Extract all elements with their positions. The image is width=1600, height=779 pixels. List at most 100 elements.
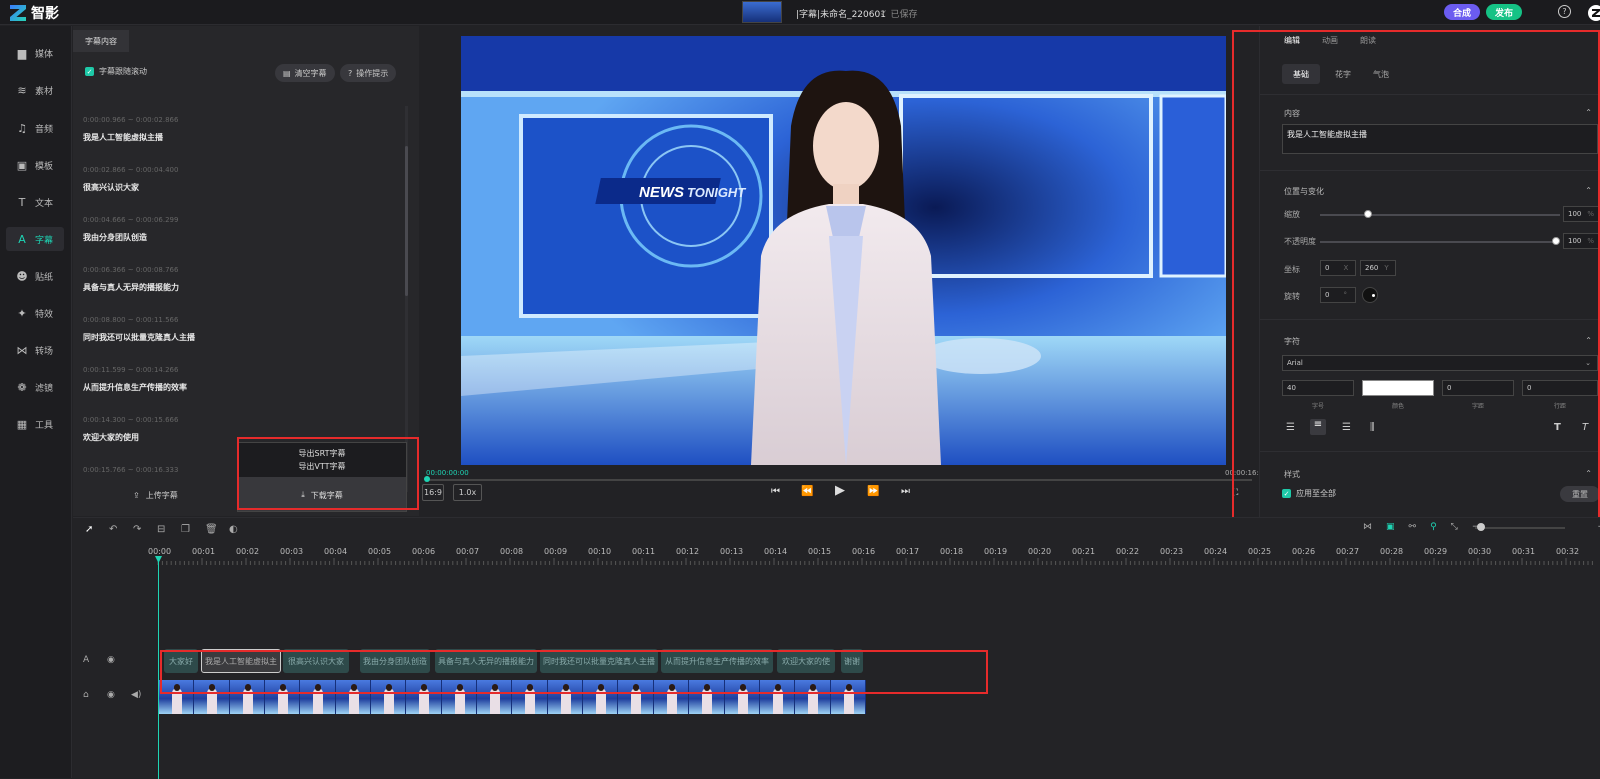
redo-icon[interactable]: ↷ (133, 524, 141, 535)
subtitle-clip[interactable]: 欢迎大家的使 (777, 649, 835, 673)
chevron-up-icon[interactable]: ⌃ (1585, 108, 1592, 117)
subtitle-text[interactable]: 我是人工智能虚拟主播 (83, 132, 178, 143)
download-subtitles-button[interactable]: ⤓ 下载字幕 (238, 479, 406, 511)
apply-all-checkbox[interactable]: ✓ 应用至全部 (1282, 488, 1336, 499)
sidebar-item-sticker[interactable]: ☻ 贴纸 (6, 264, 64, 288)
rotate-dial[interactable] (1362, 287, 1378, 303)
list-item[interactable]: 0:00:15.766 ~ 0:00:16.333 (83, 466, 178, 482)
position-y-input[interactable]: 260 Y (1360, 260, 1396, 276)
scale-slider[interactable] (1320, 214, 1560, 216)
cursor-icon[interactable]: ➚ (85, 524, 93, 535)
magnet-icon[interactable]: ⋈ (1363, 522, 1372, 532)
subtitle-text[interactable]: 从而提升信息生产传播的效率 (83, 382, 187, 393)
app-logo[interactable]: 智影 (10, 3, 59, 23)
subtitle-text[interactable]: 欢迎大家的使用 (83, 432, 178, 443)
sidebar-item-transition[interactable]: ⋈ 转场 (6, 338, 64, 362)
opacity-slider-knob[interactable] (1552, 237, 1560, 245)
chevron-up-icon[interactable]: ⌃ (1585, 186, 1592, 195)
tab-edit[interactable]: 编辑 (1284, 35, 1300, 46)
scale-input[interactable]: 100% (1563, 206, 1599, 222)
letter-spacing-input[interactable]: 0 (1442, 380, 1514, 396)
playback-progress-bar[interactable] (426, 479, 1252, 481)
position-x-input[interactable]: 0X (1320, 260, 1356, 276)
list-item[interactable]: 0:00:04.666 ~ 0:00:06.299 我由分身团队创造 (83, 216, 178, 243)
sidebar-item-media[interactable]: ▆ 媒体 (6, 41, 64, 65)
snap-icon[interactable]: ▣ (1386, 522, 1395, 532)
zoom-slider[interactable] (1475, 527, 1565, 529)
subtitle-clip[interactable]: 具备与真人无异的播报能力 (435, 649, 537, 673)
upload-subtitles-button[interactable]: ⇪ 上传字幕 (133, 490, 178, 501)
subtab-bubble[interactable]: 气泡 (1366, 64, 1396, 84)
opacity-input[interactable]: 100% (1563, 233, 1599, 249)
list-item[interactable]: 0:00:02.866 ~ 0:00:04.400 很高兴认识大家 (83, 166, 178, 193)
opacity-slider[interactable] (1320, 241, 1556, 243)
sidebar-item-template[interactable]: ▣ 模板 (6, 153, 64, 177)
avatar[interactable] (1586, 3, 1600, 23)
line-spacing-input[interactable]: 0 (1522, 380, 1598, 396)
delete-icon[interactable]: 🗑 (205, 524, 218, 535)
align-right-icon[interactable]: ☰ (1342, 422, 1351, 433)
subtitle-clip[interactable]: 从而提升信息生产传播的效率 (661, 649, 773, 673)
zoom-knob[interactable] (1477, 523, 1485, 531)
tab-read-aloud[interactable]: 朗读 (1360, 35, 1376, 46)
audio-extract-icon[interactable]: ◐ (229, 524, 238, 535)
playhead[interactable] (158, 558, 159, 779)
sidebar-item-assets[interactable]: ≋ 素材 (6, 78, 64, 102)
export-vtt-item[interactable]: 导出VTT字幕 (298, 461, 345, 472)
sidebar-item-subtitle[interactable]: A 字幕 (6, 227, 64, 251)
aspect-ratio-select[interactable]: 16:9 (422, 484, 444, 501)
sidebar-item-audio[interactable]: ♫ 音频 (6, 116, 64, 140)
project-thumbnail[interactable] (742, 1, 782, 23)
scale-slider-knob[interactable] (1364, 210, 1372, 218)
project-title[interactable]: |字幕|未命名_220601 (796, 7, 886, 20)
font-family-select[interactable]: Arial ⌄ (1282, 355, 1598, 371)
clear-subtitles-button[interactable]: ▤ 清空字幕 (275, 64, 335, 82)
eye-icon[interactable]: ◉ (107, 655, 115, 665)
copy-icon[interactable]: ❐ (181, 524, 190, 535)
rewind-icon[interactable]: ⏪ (801, 486, 813, 497)
list-item[interactable]: 0:00:11.599 ~ 0:00:14.266 从而提升信息生产传播的效率 (83, 366, 187, 393)
tab-animation[interactable]: 动画 (1322, 35, 1338, 46)
vertical-text-icon[interactable]: ⫼ (1370, 422, 1375, 433)
time-ruler[interactable]: 00:00 00:01 00:02 00:03 00:04 00:05 00:06 00:07… (73, 544, 1600, 566)
bold-icon[interactable]: T (1554, 422, 1561, 433)
italic-icon[interactable]: T (1582, 422, 1588, 433)
undo-icon[interactable]: ↶ (109, 524, 117, 535)
subtitle-clip[interactable]: 同时我还可以批量克隆真人主播 (540, 649, 658, 673)
list-item[interactable]: 0:00:06.366 ~ 0:00:08.766 具备与真人无异的播报能力 (83, 266, 179, 293)
speed-select[interactable]: 1.0x (453, 484, 482, 501)
progress-handle[interactable] (424, 476, 430, 482)
help-icon[interactable]: ? (1558, 5, 1571, 18)
sidebar-item-filter[interactable]: ❁ 滤镜 (6, 375, 64, 399)
lock-icon[interactable]: ⚲ (1430, 522, 1437, 532)
subtitle-clip[interactable]: 谢谢 (841, 649, 863, 673)
compose-button[interactable]: 合成 (1444, 4, 1480, 20)
tab-subtitle-content[interactable]: 字幕内容 (73, 30, 129, 52)
video-preview[interactable]: NEWS TONIGHT (461, 36, 1226, 465)
list-item[interactable]: 0:00:14.300 ~ 0:00:15.666 欢迎大家的使用 (83, 416, 178, 443)
publish-button[interactable]: 发布 (1486, 4, 1522, 20)
link-icon[interactable]: ⚯ (1409, 522, 1417, 532)
tips-button[interactable]: ? 操作提示 (340, 64, 397, 82)
list-item[interactable]: 0:00:08.800 ~ 0:00:11.566 同时我还可以批量克隆真人主播 (83, 316, 195, 343)
subtab-basic[interactable]: 基础 (1282, 64, 1320, 84)
subtitle-text[interactable]: 同时我还可以批量克隆真人主播 (83, 332, 195, 343)
eye-icon[interactable]: ◉ (107, 690, 115, 700)
align-left-icon[interactable]: ☰ (1286, 422, 1295, 433)
sidebar-item-effects[interactable]: ✦ 特效 (6, 301, 64, 325)
video-track[interactable] (159, 680, 866, 714)
subtitle-clip[interactable]: 我是人工智能虚拟主 (201, 649, 281, 673)
subtab-fancy-text[interactable]: 花字 (1328, 64, 1358, 84)
fast-forward-icon[interactable]: ⏩ (867, 486, 879, 497)
fit-icon[interactable]: ⤡ (1451, 522, 1458, 532)
volume-icon[interactable]: ◀) (131, 690, 141, 700)
play-icon[interactable]: ▶ (835, 483, 845, 498)
align-center-icon[interactable]: ≡ (1310, 419, 1326, 435)
content-textarea[interactable]: 我是人工智能虚拟主播 (1282, 124, 1598, 154)
chevron-up-icon[interactable]: ⌃ (1585, 469, 1592, 478)
reset-button[interactable]: 重置 (1560, 486, 1600, 502)
sidebar-item-text[interactable]: T 文本 (6, 190, 64, 214)
color-picker[interactable] (1362, 380, 1434, 396)
chevron-up-icon[interactable]: ⌃ (1585, 336, 1592, 345)
follow-scroll-checkbox[interactable]: ✓ 字幕跟随滚动 (85, 66, 147, 77)
